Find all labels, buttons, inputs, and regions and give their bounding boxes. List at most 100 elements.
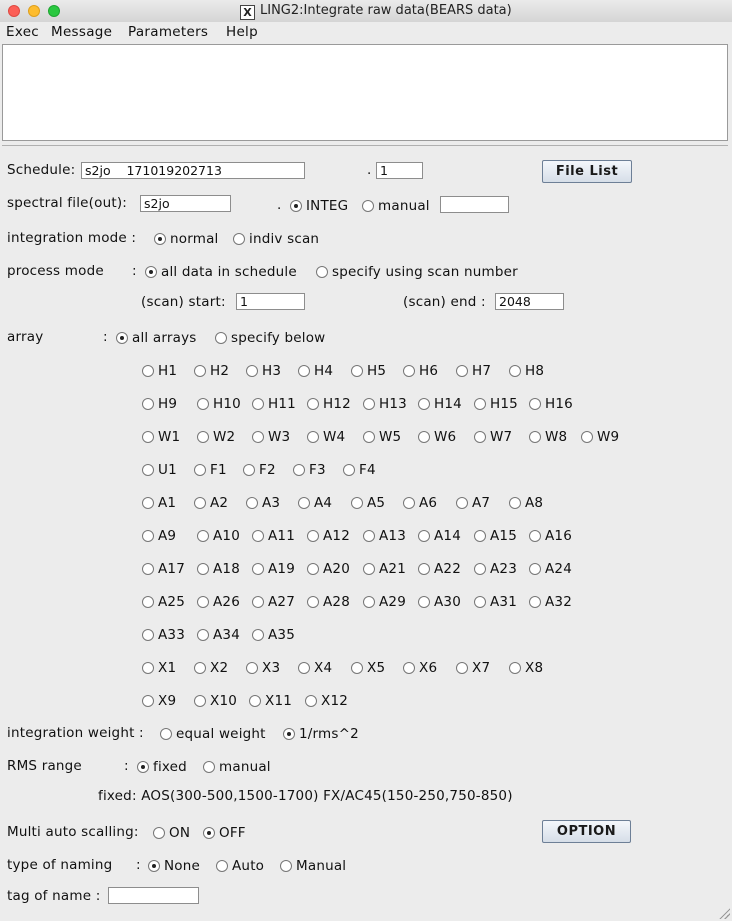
menu-parameters[interactable]: Parameters xyxy=(128,24,208,40)
equal-weight-radio[interactable]: equal weight xyxy=(160,726,266,742)
spectral-file-input[interactable] xyxy=(140,195,231,212)
manual-filename-input[interactable] xyxy=(440,196,509,213)
auto-scaling-on-radio[interactable]: ON xyxy=(153,825,190,841)
array-radio-x4[interactable]: X4 xyxy=(298,660,332,676)
array-radio-a10[interactable]: A10 xyxy=(197,528,240,544)
array-radio-w4[interactable]: W4 xyxy=(307,429,345,445)
array-radio-w1[interactable]: W1 xyxy=(142,429,180,445)
array-radio-a2[interactable]: A2 xyxy=(194,495,228,511)
array-radio-a4[interactable]: A4 xyxy=(298,495,332,511)
manual-radio[interactable]: manual xyxy=(362,198,430,214)
rms-fixed-radio[interactable]: fixed xyxy=(137,759,187,775)
array-radio-h5[interactable]: H5 xyxy=(351,363,386,379)
array-radio-x9[interactable]: X9 xyxy=(142,693,176,709)
menu-help[interactable]: Help xyxy=(226,24,258,40)
indiv-scan-radio[interactable]: indiv scan xyxy=(233,231,319,247)
array-radio-a23[interactable]: A23 xyxy=(474,561,517,577)
naming-auto-radio[interactable]: Auto xyxy=(216,858,264,874)
array-radio-a12[interactable]: A12 xyxy=(307,528,350,544)
array-radio-u1[interactable]: U1 xyxy=(142,462,177,478)
array-radio-a9[interactable]: A9 xyxy=(142,528,176,544)
array-radio-h11[interactable]: H11 xyxy=(252,396,296,412)
array-radio-a31[interactable]: A31 xyxy=(474,594,517,610)
array-radio-a13[interactable]: A13 xyxy=(363,528,406,544)
array-radio-a1[interactable]: A1 xyxy=(142,495,176,511)
array-radio-a8[interactable]: A8 xyxy=(509,495,543,511)
array-radio-h2[interactable]: H2 xyxy=(194,363,229,379)
array-radio-w6[interactable]: W6 xyxy=(418,429,456,445)
array-radio-a34[interactable]: A34 xyxy=(197,627,240,643)
array-radio-h6[interactable]: H6 xyxy=(403,363,438,379)
array-radio-w8[interactable]: W8 xyxy=(529,429,567,445)
array-radio-f4[interactable]: F4 xyxy=(343,462,376,478)
array-radio-f1[interactable]: F1 xyxy=(194,462,227,478)
array-radio-a29[interactable]: A29 xyxy=(363,594,406,610)
array-radio-h8[interactable]: H8 xyxy=(509,363,544,379)
array-radio-a7[interactable]: A7 xyxy=(456,495,490,511)
array-radio-f3[interactable]: F3 xyxy=(293,462,326,478)
menu-message[interactable]: Message xyxy=(51,24,112,40)
scan-start-input[interactable] xyxy=(236,293,305,310)
array-radio-x2[interactable]: X2 xyxy=(194,660,228,676)
array-radio-a28[interactable]: A28 xyxy=(307,594,350,610)
array-radio-a26[interactable]: A26 xyxy=(197,594,240,610)
array-radio-a11[interactable]: A11 xyxy=(252,528,295,544)
file-list-button[interactable]: File List xyxy=(542,160,632,183)
integ-radio[interactable]: INTEG xyxy=(290,198,348,214)
array-radio-a22[interactable]: A22 xyxy=(418,561,461,577)
naming-none-radio[interactable]: None xyxy=(148,858,200,874)
message-text-area[interactable] xyxy=(2,44,728,141)
array-radio-f2[interactable]: F2 xyxy=(243,462,276,478)
array-radio-x5[interactable]: X5 xyxy=(351,660,385,676)
array-radio-a32[interactable]: A32 xyxy=(529,594,572,610)
close-window-button[interactable] xyxy=(8,5,20,17)
array-radio-a18[interactable]: A18 xyxy=(197,561,240,577)
array-radio-a20[interactable]: A20 xyxy=(307,561,350,577)
auto-scaling-off-radio[interactable]: OFF xyxy=(203,825,246,841)
array-radio-a6[interactable]: A6 xyxy=(403,495,437,511)
array-radio-w7[interactable]: W7 xyxy=(474,429,512,445)
menu-exec[interactable]: Exec xyxy=(6,24,39,40)
array-radio-a19[interactable]: A19 xyxy=(252,561,295,577)
array-radio-h4[interactable]: H4 xyxy=(298,363,333,379)
array-radio-h13[interactable]: H13 xyxy=(363,396,407,412)
array-radio-a14[interactable]: A14 xyxy=(418,528,461,544)
array-radio-w9[interactable]: W9 xyxy=(581,429,619,445)
all-arrays-radio[interactable]: all arrays xyxy=(116,330,197,346)
array-radio-a27[interactable]: A27 xyxy=(252,594,295,610)
array-radio-x11[interactable]: X11 xyxy=(249,693,292,709)
scan-end-input[interactable] xyxy=(495,293,564,310)
array-radio-a33[interactable]: A33 xyxy=(142,627,185,643)
array-radio-a16[interactable]: A16 xyxy=(529,528,572,544)
rms-manual-radio[interactable]: manual xyxy=(203,759,271,775)
rms-weight-radio[interactable]: 1/rms^2 xyxy=(283,726,359,742)
array-radio-a21[interactable]: A21 xyxy=(363,561,406,577)
array-radio-w2[interactable]: W2 xyxy=(197,429,235,445)
option-button[interactable]: OPTION xyxy=(542,820,631,843)
resize-grip-icon[interactable] xyxy=(718,907,730,919)
naming-manual-radio[interactable]: Manual xyxy=(280,858,346,874)
array-radio-w3[interactable]: W3 xyxy=(252,429,290,445)
array-radio-h7[interactable]: H7 xyxy=(456,363,491,379)
array-radio-w5[interactable]: W5 xyxy=(363,429,401,445)
all-data-radio[interactable]: all data in schedule xyxy=(145,264,297,280)
array-radio-h1[interactable]: H1 xyxy=(142,363,177,379)
array-radio-x1[interactable]: X1 xyxy=(142,660,176,676)
array-radio-a35[interactable]: A35 xyxy=(252,627,295,643)
array-radio-h14[interactable]: H14 xyxy=(418,396,462,412)
array-radio-h12[interactable]: H12 xyxy=(307,396,351,412)
array-radio-h9[interactable]: H9 xyxy=(142,396,177,412)
specify-scan-radio[interactable]: specify using scan number xyxy=(316,264,518,280)
array-radio-h3[interactable]: H3 xyxy=(246,363,281,379)
normal-radio[interactable]: normal xyxy=(154,231,219,247)
minimize-window-button[interactable] xyxy=(28,5,40,17)
specify-below-radio[interactable]: specify below xyxy=(215,330,325,346)
array-radio-x10[interactable]: X10 xyxy=(194,693,237,709)
array-radio-x6[interactable]: X6 xyxy=(403,660,437,676)
array-radio-a24[interactable]: A24 xyxy=(529,561,572,577)
array-radio-x7[interactable]: X7 xyxy=(456,660,490,676)
array-radio-x3[interactable]: X3 xyxy=(246,660,280,676)
array-radio-a15[interactable]: A15 xyxy=(474,528,517,544)
array-radio-a3[interactable]: A3 xyxy=(246,495,280,511)
array-radio-h16[interactable]: H16 xyxy=(529,396,573,412)
